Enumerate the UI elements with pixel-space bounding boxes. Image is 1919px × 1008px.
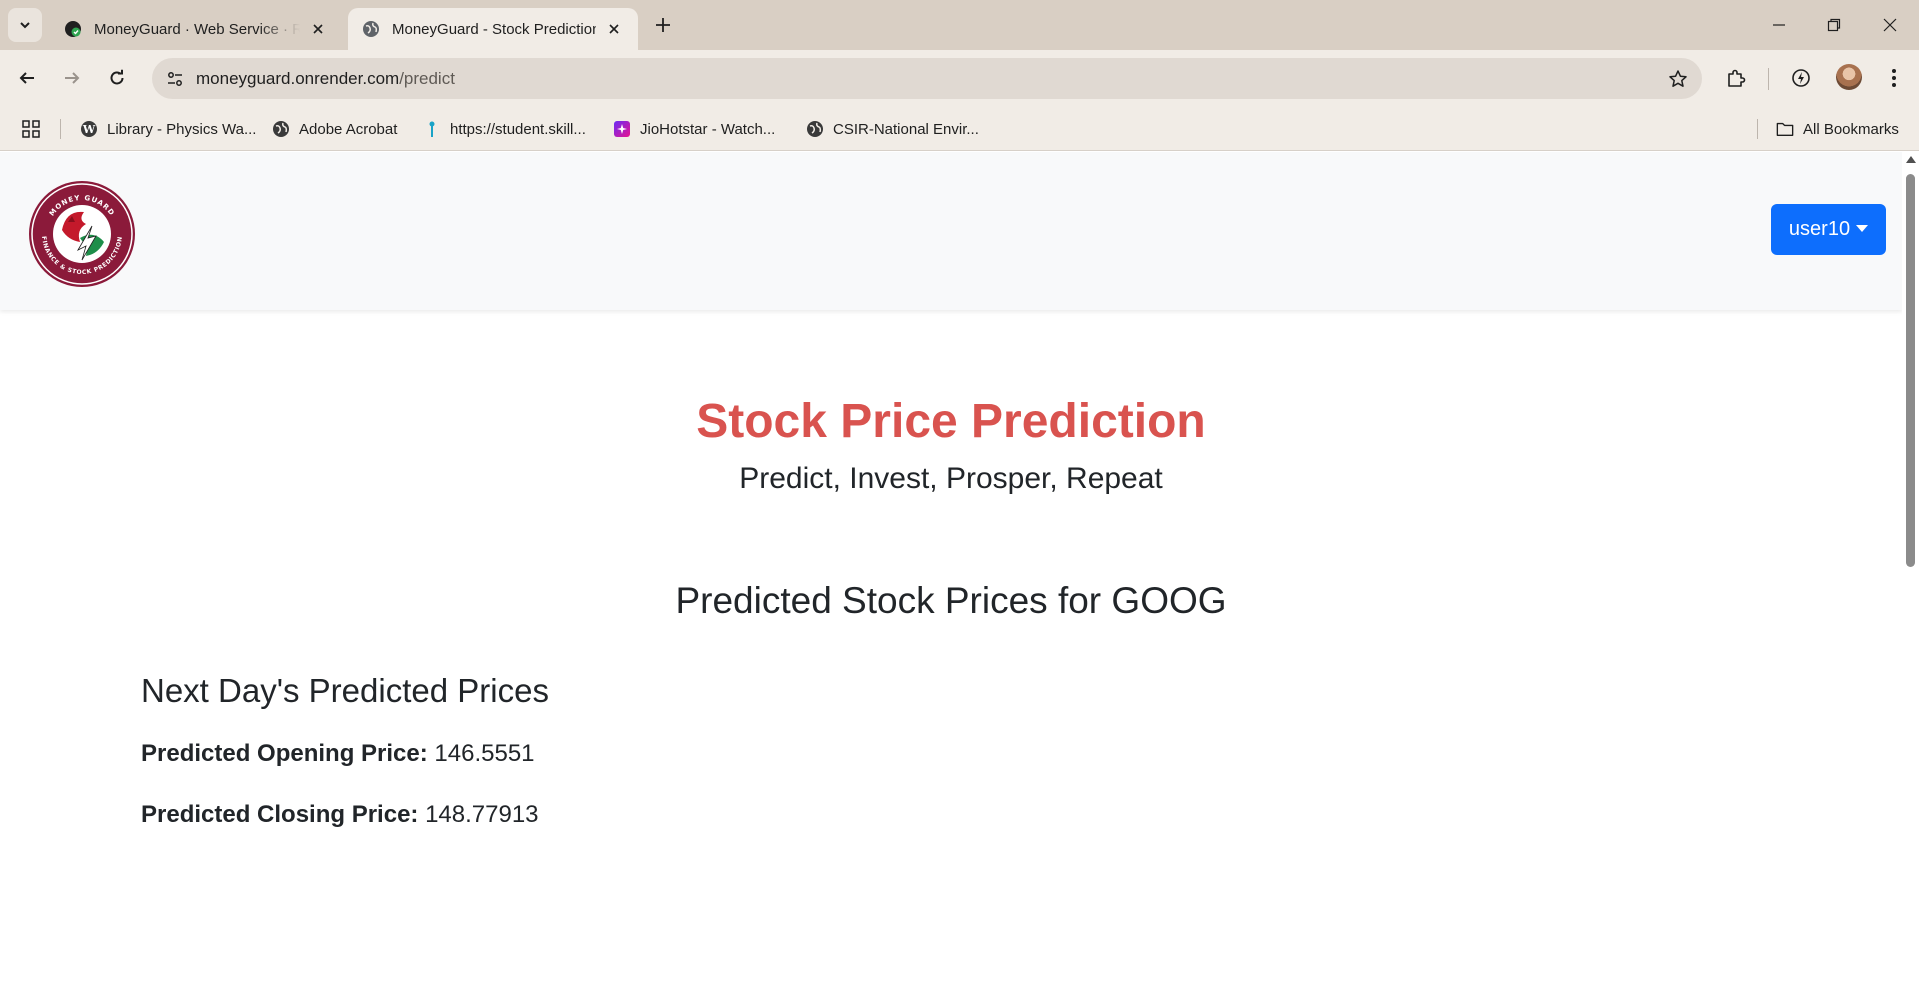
reload-button[interactable] (101, 62, 133, 94)
url-path: /predict (399, 69, 455, 88)
bookmarks-divider (1757, 119, 1758, 139)
opening-price-label: Predicted Opening Price: (141, 740, 428, 767)
tab-strip: MoneyGuard · Web Service · Render MoneyG… (0, 0, 1919, 50)
page-title: Stock Price Prediction (696, 395, 1206, 448)
closing-price-label: Predicted Closing Price: (141, 801, 419, 828)
restore-button[interactable] (1819, 10, 1849, 40)
scroll-thumb[interactable] (1906, 174, 1915, 567)
bookmark-csir[interactable]: CSIR-National Envir... (806, 119, 979, 139)
page-subtitle: Predict, Invest, Prosper, Repeat (739, 462, 1163, 495)
bookmark-adobe-acrobat[interactable]: Adobe Acrobat (272, 119, 397, 139)
minimize-icon (1773, 24, 1785, 26)
browser-toolbar: moneyguard.onrender.com/predict (0, 50, 1919, 107)
browser-menu-button[interactable] (1878, 62, 1910, 94)
address-bar[interactable]: moneyguard.onrender.com/predict (152, 58, 1702, 99)
folder-icon (1776, 120, 1794, 138)
bookmark-student-skill[interactable]: https://student.skill... (423, 119, 586, 139)
bookmark-jiohotstar[interactable]: JioHotstar - Watch... (613, 119, 775, 139)
tab-stock-prediction[interactable]: MoneyGuard - Stock Prediction (348, 8, 638, 50)
bookmark-label: Library - Physics Wa... (107, 120, 257, 138)
forward-button[interactable] (56, 62, 88, 94)
apps-grid-icon[interactable] (20, 118, 42, 140)
site-navbar: MONEY GUARD FINANCE & STOCK PREDICTION u… (0, 152, 1902, 310)
hotstar-icon (613, 120, 631, 138)
bookmark-library[interactable]: W Library - Physics Wa... (80, 119, 256, 139)
new-tab-button[interactable] (650, 12, 676, 38)
bookmark-star-icon[interactable] (1666, 67, 1690, 91)
close-icon (1883, 18, 1897, 32)
profile-avatar[interactable] (1836, 64, 1862, 90)
arrow-right-icon (65, 72, 80, 84)
tab-render[interactable]: MoneyGuard · Web Service · Render (50, 8, 342, 50)
performance-button[interactable] (1785, 62, 1817, 94)
puzzle-icon (1728, 69, 1746, 87)
minimize-button[interactable] (1764, 10, 1794, 40)
caret-down-icon (1856, 225, 1869, 232)
username-label: user10 (1788, 218, 1851, 240)
url-text: moneyguard.onrender.com/predict (196, 69, 455, 89)
moneyguard-logo[interactable]: MONEY GUARD FINANCE & STOCK PREDICTION (28, 180, 136, 288)
opening-price-value: 146.5551 (434, 740, 535, 767)
closing-price-value: 148.77913 (425, 801, 539, 828)
tab-title: MoneyGuard · Web Service · Render (94, 20, 300, 38)
scroll-up-arrow-icon[interactable] (1906, 156, 1916, 163)
bookmarks-bar: W Library - Physics Wa... Adobe Acrobat … (0, 107, 1919, 151)
plus-icon (656, 18, 670, 32)
globe-icon (272, 120, 290, 138)
all-bookmarks-label: All Bookmarks (1803, 120, 1899, 138)
close-window-button[interactable] (1875, 10, 1905, 40)
svg-text:W: W (82, 123, 96, 136)
restore-icon (1827, 18, 1841, 32)
url-host: moneyguard.onrender.com (196, 69, 400, 88)
opening-price-line: Predicted Opening Price: 146.5551 (141, 740, 535, 768)
chevron-down-icon (20, 22, 30, 29)
user-menu-button[interactable]: user10 (1771, 204, 1886, 255)
toolbar-divider (1768, 68, 1769, 90)
closing-price-line: Predicted Closing Price: 148.77913 (141, 801, 539, 829)
extensions-button[interactable] (1720, 62, 1752, 94)
arrow-left-icon (19, 72, 34, 84)
tab-title: MoneyGuard - Stock Prediction (392, 20, 596, 38)
prediction-heading: Predicted Stock Prices for GOOG (675, 580, 1227, 621)
page-scrollbar[interactable] (1902, 152, 1919, 1008)
bookmark-label: https://student.skill... (450, 120, 586, 138)
close-icon[interactable] (604, 19, 624, 39)
globe-icon (363, 21, 379, 37)
pin-icon (423, 120, 441, 138)
close-icon[interactable] (308, 19, 328, 39)
bookmark-label: Adobe Acrobat (299, 120, 398, 138)
reload-icon (110, 69, 124, 85)
bookmark-label: CSIR-National Envir... (833, 120, 979, 138)
bookmark-label: JioHotstar - Watch... (640, 120, 776, 138)
bookmarks-divider (60, 119, 61, 139)
wordpress-icon: W (80, 120, 98, 138)
all-bookmarks-button[interactable]: All Bookmarks (1776, 119, 1899, 139)
more-vertical-icon (1892, 69, 1896, 87)
render-favicon-icon (65, 21, 81, 37)
globe-icon (806, 120, 824, 138)
page-viewport: MONEY GUARD FINANCE & STOCK PREDICTION u… (0, 152, 1919, 1008)
site-info-icon[interactable] (162, 66, 188, 92)
tab-search-button[interactable] (8, 8, 42, 42)
speed-icon (1792, 69, 1810, 87)
back-button[interactable] (11, 62, 43, 94)
next-day-heading: Next Day's Predicted Prices (141, 672, 549, 709)
